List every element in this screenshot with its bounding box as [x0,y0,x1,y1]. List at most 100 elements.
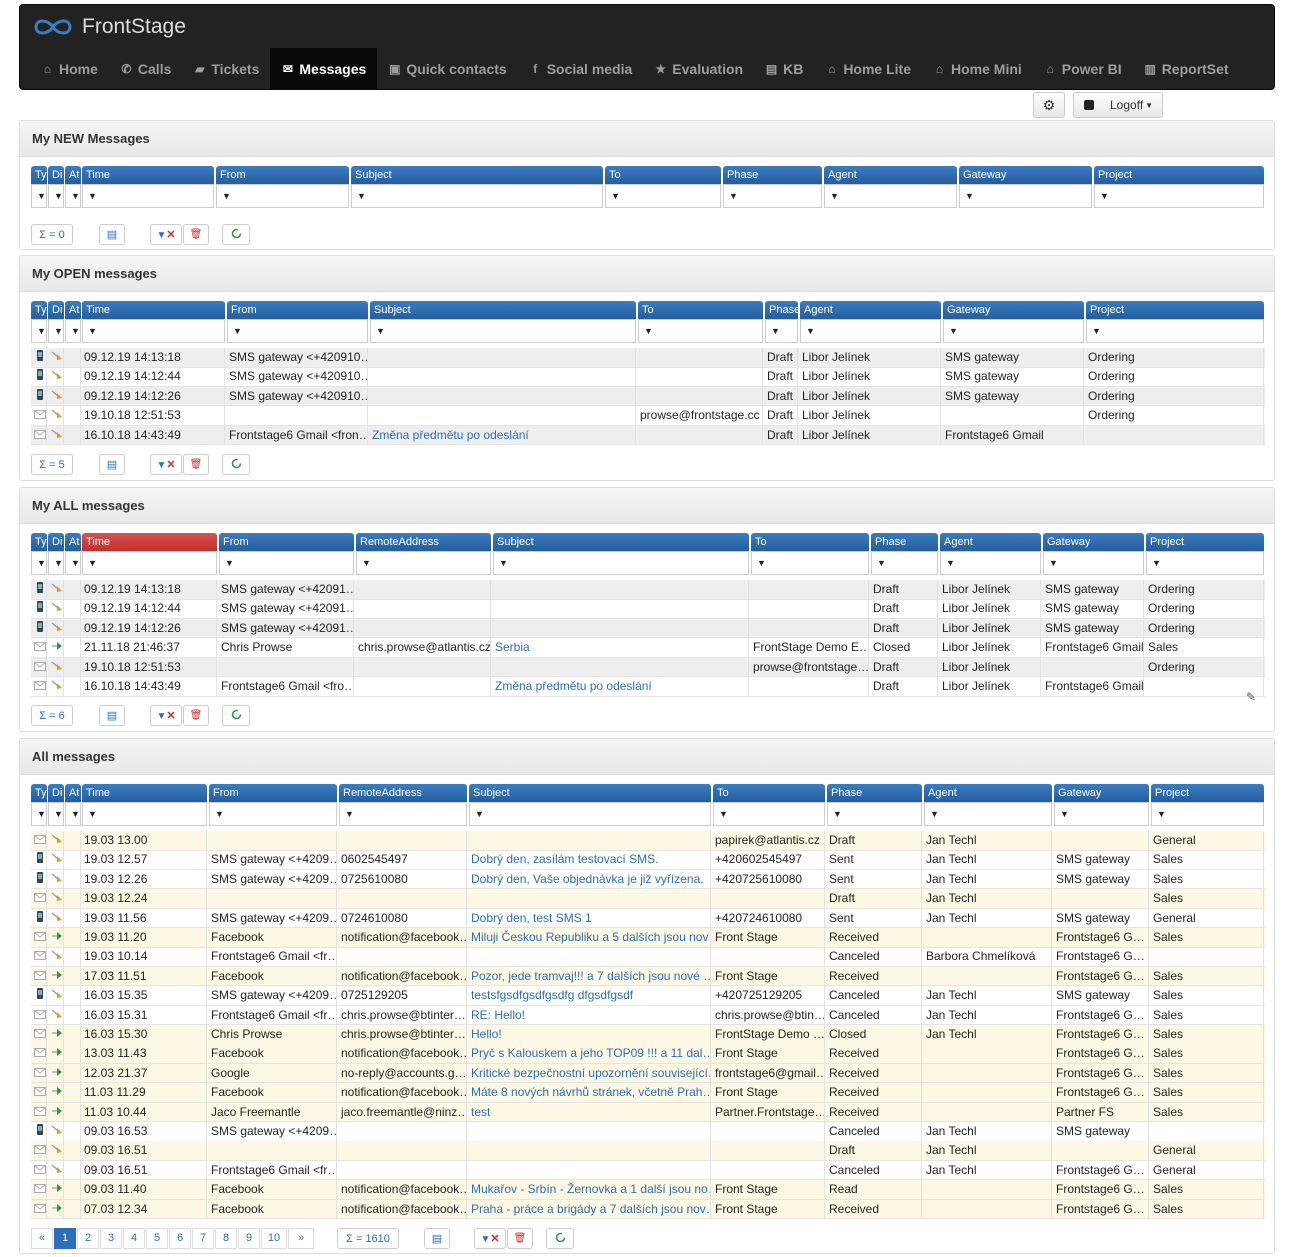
column-header-from[interactable]: From [209,784,337,802]
record-count-button[interactable]: Σ = 5 [31,454,73,475]
table-row[interactable]: 19.10.18 12:51:53 prowse@frontstage.cc Dra… [31,406,1265,426]
column-header-subject[interactable]: Subject [493,533,749,551]
column-filter[interactable]: ▼ [765,319,798,343]
column-filter[interactable]: ▼ [82,184,214,208]
column-filter[interactable]: ▼ [1043,551,1144,575]
filter-icon[interactable]: ▼ [806,320,815,342]
column-filter[interactable]: ▼ [31,802,47,826]
record-count-button[interactable]: Σ = 0 [31,224,73,245]
column-filter[interactable]: ▼ [227,319,368,343]
column-filter[interactable]: ▼ [65,319,81,343]
table-row[interactable]: 13.03 11.43 Facebook notification@facebook… [31,1044,1265,1064]
pagination-page-3[interactable]: 3 [100,1228,122,1249]
filter-icon[interactable]: ▼ [965,185,974,207]
column-header-at[interactable]: At [65,533,81,551]
column-header-project[interactable]: Project [1146,533,1264,551]
pagination-page-10[interactable]: 10 [261,1228,287,1249]
column-header-phase[interactable]: Phase [827,784,922,802]
table-row[interactable]: 09.12.19 14:13:18 SMS gateway <+42091… Dra… [31,580,1265,600]
column-filter[interactable]: ▼ [871,551,938,575]
column-filter[interactable]: ▼ [31,551,47,575]
column-filter[interactable]: ▼ [209,802,337,826]
table-row[interactable]: 19.03 12.24 Draft Jan Techl Sales [31,889,1265,909]
column-filter[interactable]: ▼ [82,319,225,343]
column-filter[interactable]: ▼ [493,551,749,575]
filter-icon[interactable]: ▼ [71,185,80,207]
column-header-from[interactable]: From [216,166,349,184]
column-filter[interactable]: ▼ [48,551,64,575]
table-row[interactable]: 19.03 11.56 SMS gateway <+4209… 0724610080… [31,908,1265,929]
table-row[interactable]: 16.10.18 14:43:49 Frontstage6 Gmail <fro…… [31,677,1265,697]
cell-subject[interactable]: Kritické bezpečnostní upozornění souvise… [469,1063,711,1083]
column-filter[interactable]: ▼ [1086,319,1264,343]
column-filter[interactable]: ▼ [1094,184,1264,208]
column-header-gateway[interactable]: Gateway [959,166,1092,184]
column-header-phase[interactable]: Phase [723,166,822,184]
filter-icon[interactable]: ▼ [37,803,46,825]
filter-icon[interactable]: ▼ [949,320,958,342]
filter-icon[interactable]: ▼ [54,185,63,207]
column-header-di[interactable]: Di [48,533,64,551]
delete-button[interactable]: 🗑 [183,224,209,245]
column-filter[interactable]: ▼ [339,802,467,826]
column-header-to[interactable]: To [751,533,869,551]
table-row[interactable]: 09.12.19 14:12:44 SMS gateway <+42091… Dra… [31,599,1265,619]
cell-subject[interactable]: Dobrý den, test SMS 1 [469,908,711,928]
column-filter[interactable]: ▼ [48,184,64,208]
filter-icon[interactable]: ▼ [1049,552,1058,574]
column-filter[interactable]: ▼ [351,184,603,208]
filter-icon[interactable]: ▼ [376,320,385,342]
filter-icon[interactable]: ▼ [71,552,80,574]
clear-filter-button[interactable]: ▼✕ [150,224,182,245]
column-header-ty[interactable]: Ty [31,533,47,551]
column-filter[interactable]: ▼ [924,802,1052,826]
cell-subject[interactable]: testsfgsdfgsdfgsdfg dfgsdfgsdf [469,986,711,1006]
pagination-page-1[interactable]: 1 [54,1228,76,1249]
pagination-prev[interactable]: « [31,1228,53,1249]
nav-item-social-media[interactable]: f Social media [518,48,644,89]
column-header-to[interactable]: To [638,301,763,319]
column-filter[interactable]: ▼ [65,184,81,208]
filter-icon[interactable]: ▼ [833,803,842,825]
filter-icon[interactable]: ▼ [37,552,46,574]
column-header-remoteaddress[interactable]: RemoteAddress [339,784,467,802]
table-row[interactable]: 19.03 13.00 papirek@atlantis.cz Draft Jan T… [31,831,1265,851]
filter-icon[interactable]: ▼ [54,552,63,574]
column-header-ty[interactable]: Ty [31,784,47,802]
column-filter[interactable]: ▼ [605,184,721,208]
clear-filter-button[interactable]: ▼✕ [474,1228,506,1249]
export-button[interactable]: ▤ [99,705,125,726]
export-button[interactable]: ▤ [99,454,125,475]
table-row[interactable]: 09.12.19 14:12:26 SMS gateway <+420910… Dr… [31,386,1265,407]
record-count-button[interactable]: Σ = 6 [31,705,73,726]
column-header-gateway[interactable]: Gateway [1043,533,1144,551]
filter-icon[interactable]: ▼ [37,320,46,342]
cell-subject[interactable]: Dobrý den, Vaše objednávka je již vyříze… [469,869,711,889]
filter-icon[interactable]: ▼ [644,320,653,342]
table-row[interactable]: 11.03 11.29 Facebook notification@facebook… [31,1083,1265,1103]
filter-icon[interactable]: ▼ [1152,552,1161,574]
filter-icon[interactable]: ▼ [88,320,97,342]
table-row[interactable]: 09.03 16.53 SMS gateway <+4209… Canceled Ja… [31,1122,1265,1142]
table-row[interactable]: 16.03 15.31 Frontstage6 Gmail <fr… chris.p… [31,1005,1265,1026]
column-filter[interactable]: ▼ [723,184,822,208]
column-header-subject[interactable]: Subject [469,784,711,802]
cell-subject[interactable]: Pryč s Kalouskem a jeho TOP09 !!! a 11 d… [469,1044,711,1064]
column-header-di[interactable]: Di [48,784,64,802]
nav-item-reportset[interactable]: ▥ ReportSet [1133,48,1240,89]
delete-button[interactable]: 🗑 [183,454,209,475]
column-header-at[interactable]: At [65,784,81,802]
table-row[interactable]: 07.03 12.34 Facebook notification@facebook… [31,1199,1265,1220]
filter-icon[interactable]: ▼ [757,552,766,574]
column-filter[interactable]: ▼ [638,319,763,343]
column-header-time[interactable]: Time [82,166,214,184]
table-row[interactable]: 09.03 11.40 Facebook notification@facebook… [31,1180,1265,1200]
clear-filter-button[interactable]: ▼✕ [150,454,182,475]
refresh-button[interactable] [222,705,250,726]
column-filter[interactable]: ▼ [65,802,81,826]
export-button[interactable]: ▤ [424,1228,450,1249]
clear-filter-button[interactable]: ▼✕ [150,705,182,726]
table-row[interactable]: 12.03 21.37 Google no-reply@accounts.g… Kri… [31,1063,1265,1084]
table-row[interactable]: 19.10.18 12:51:53 prowse@frontstage… Draft… [31,657,1265,678]
column-header-time[interactable]: Time [82,301,225,319]
